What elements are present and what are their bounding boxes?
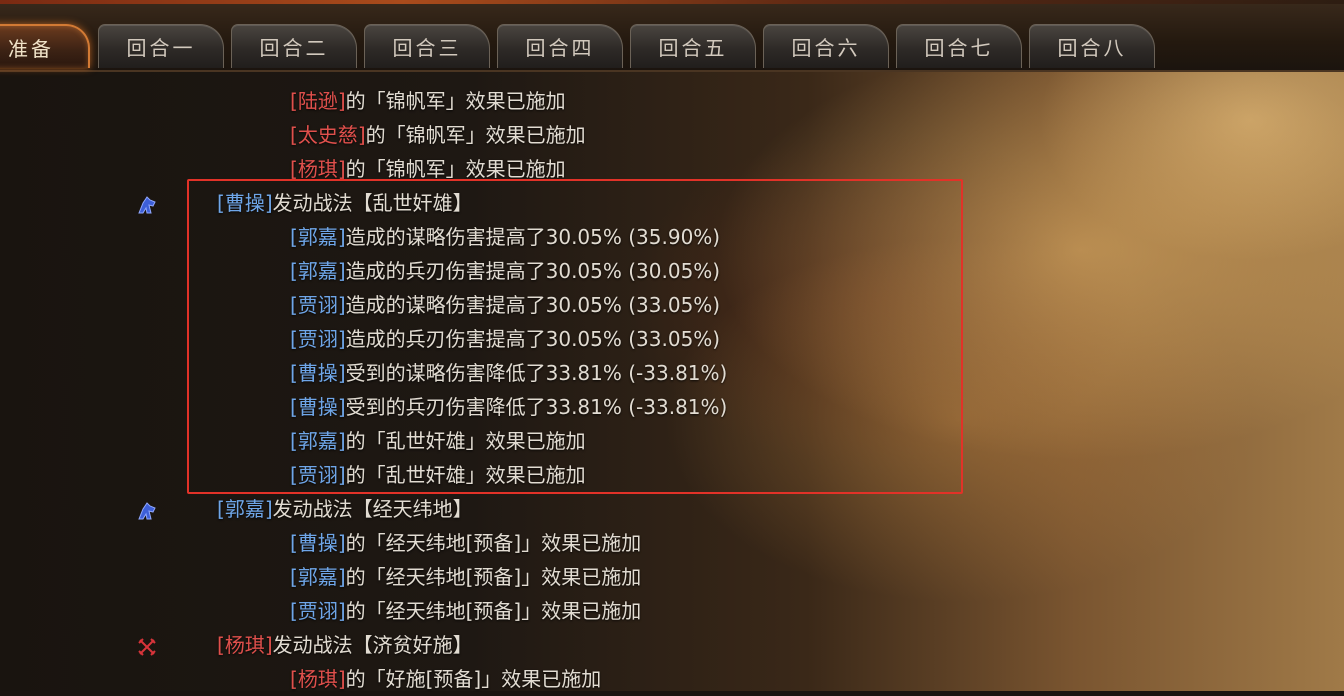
tab-prepare[interactable]: 准备: [0, 24, 90, 68]
log-text: 发动战法【济贫好施】: [272, 633, 473, 657]
log-line: [陆逊]的「锦帆军」效果已施加: [290, 84, 566, 118]
general-name[interactable]: [杨琪]: [290, 667, 346, 691]
general-name[interactable]: [太史慈]: [290, 123, 366, 147]
tab-round-1[interactable]: 回合一: [98, 24, 224, 68]
general-name[interactable]: [郭嘉]: [217, 497, 273, 521]
tab-round-3[interactable]: 回合三: [364, 24, 490, 68]
log-line: [郭嘉]的「经天纬地[预备]」效果已施加: [290, 560, 641, 594]
blue-horse-icon: [138, 502, 156, 520]
log-line: [杨琪]发动战法【济贫好施】: [217, 628, 473, 662]
tab-round-7[interactable]: 回合七: [896, 24, 1022, 68]
red-crossed-swords-icon: [138, 638, 156, 656]
log-text: 的「锦帆军」效果已施加: [345, 89, 566, 113]
general-name[interactable]: [曹操]: [290, 531, 346, 555]
general-name[interactable]: [杨琪]: [217, 633, 273, 657]
general-name[interactable]: [郭嘉]: [290, 565, 346, 589]
tab-round-6[interactable]: 回合六: [763, 24, 889, 68]
log-line: [郭嘉]发动战法【经天纬地】: [217, 492, 473, 526]
tab-round-4[interactable]: 回合四: [497, 24, 623, 68]
log-text: 的「经天纬地[预备]」效果已施加: [345, 599, 642, 623]
log-text: 的「锦帆军」效果已施加: [345, 157, 566, 181]
log-text: 的「经天纬地[预备]」效果已施加: [345, 565, 642, 589]
tab-round-8[interactable]: 回合八: [1029, 24, 1155, 68]
top-glow-divider: [0, 0, 1344, 4]
general-name[interactable]: [陆逊]: [290, 89, 346, 113]
highlight-box: [187, 179, 963, 494]
tab-round-2[interactable]: 回合二: [231, 24, 357, 68]
general-name[interactable]: [杨琪]: [290, 157, 346, 181]
tab-round-5[interactable]: 回合五: [630, 24, 756, 68]
log-text: 的「锦帆军」效果已施加: [365, 123, 586, 147]
blue-horse-icon: [138, 196, 156, 214]
log-line: [贾诩]的「经天纬地[预备]」效果已施加: [290, 594, 641, 628]
log-line: [太史慈]的「锦帆军」效果已施加: [290, 118, 586, 152]
log-text: 发动战法【经天纬地】: [272, 497, 473, 521]
log-line: [曹操]的「经天纬地[预备]」效果已施加: [290, 526, 641, 560]
log-text: 的「经天纬地[预备]」效果已施加: [345, 531, 642, 555]
general-name[interactable]: [贾诩]: [290, 599, 346, 623]
log-text: 的「好施[预备]」效果已施加: [345, 667, 602, 691]
